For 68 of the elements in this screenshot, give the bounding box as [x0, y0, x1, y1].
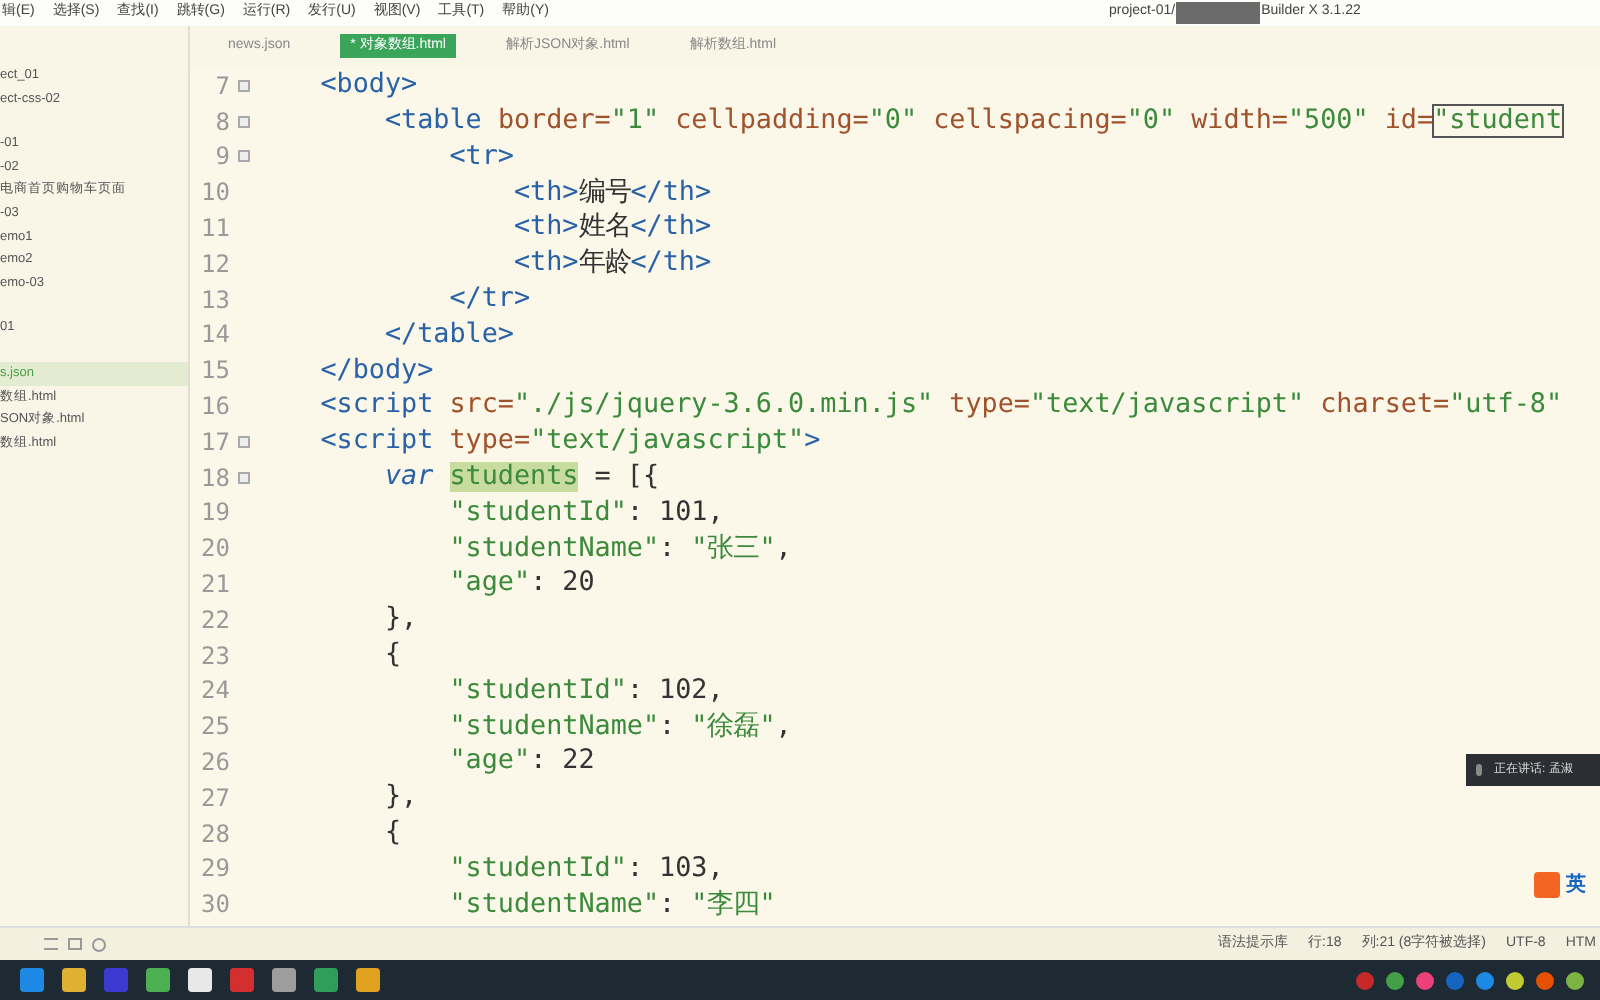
code-line: <script src="./js/jquery-3.6.0.min.js" type="text/javascript" charset="utf-8" — [318, 392, 1563, 420]
input-method-logo-icon[interactable] — [1534, 872, 1560, 898]
code-line: }, — [382, 784, 418, 812]
app-icon[interactable] — [356, 968, 380, 992]
line-number: 13 — [199, 287, 230, 312]
line-number: 7 — [213, 73, 230, 98]
line-number: 21 — [199, 572, 230, 597]
code-line: <tr> — [447, 143, 514, 171]
code-line: <th>编号</th> — [511, 179, 712, 206]
line-number: 9 — [213, 144, 230, 169]
line-number: 11 — [199, 216, 230, 241]
code-line: <th>姓名</th> — [511, 214, 712, 242]
line-number: 19 — [199, 500, 230, 525]
fold-icon[interactable] — [237, 115, 249, 128]
line-number: 22 — [199, 607, 230, 632]
code-line: "studentId": 102, — [447, 677, 724, 705]
line-number: 18 — [199, 465, 230, 490]
video-overlay — [1175, 2, 1260, 24]
line-number: 20 — [199, 536, 230, 561]
line-number: 24 — [199, 678, 230, 703]
code-line: "studentName": "张三", — [447, 535, 792, 562]
line-number: 26 — [199, 750, 230, 775]
line-number: 27 — [199, 785, 230, 810]
fold-icon[interactable] — [237, 150, 249, 163]
list-icon[interactable] — [44, 937, 58, 949]
code-line: <script type="text/javascript"> — [318, 428, 821, 456]
line-number: 10 — [199, 180, 230, 205]
fold-icon[interactable] — [237, 435, 249, 448]
line-number: 16 — [199, 394, 230, 419]
line-number: 14 — [199, 322, 230, 347]
line-number: 23 — [199, 643, 230, 668]
line-number: 8 — [213, 109, 230, 134]
code-line: "studentId": 101, — [447, 499, 724, 527]
app-icon[interactable] — [146, 968, 170, 992]
code-line: <th>年龄</th> — [511, 250, 712, 278]
code-line: "studentId": 103, — [447, 855, 724, 883]
code-line: }, — [382, 606, 418, 634]
code-line: <table border="1" cellpadding="0" cellspacing="0" width="500" id="student — [382, 107, 1563, 135]
code-line: </tr> — [447, 285, 531, 313]
app-icon[interactable] — [62, 968, 86, 992]
code-line: "age": 22 — [447, 748, 595, 776]
input-mode-label[interactable]: 英 — [1566, 870, 1586, 900]
line-number: 30 — [199, 892, 230, 917]
fold-icon[interactable] — [237, 79, 249, 92]
app-icon[interactable] — [272, 968, 296, 992]
code-line: </body> — [318, 357, 434, 384]
line-number: 28 — [199, 821, 230, 846]
line-number: 29 — [199, 856, 230, 881]
line-number: 17 — [199, 429, 230, 454]
code-line: { — [382, 819, 402, 847]
code-line: { — [382, 641, 402, 669]
microphone-icon — [1476, 764, 1482, 776]
app-icon[interactable] — [230, 968, 254, 992]
code-line: </table> — [382, 321, 514, 349]
app-icon[interactable] — [188, 968, 212, 992]
app-icon[interactable] — [20, 968, 44, 992]
line-number: 12 — [199, 251, 230, 276]
code-line: "studentName": "徐磊", — [447, 713, 792, 740]
image-icon[interactable] — [68, 937, 82, 949]
line-number: 15 — [199, 358, 230, 383]
line-number: 25 — [199, 714, 230, 739]
code-line: "studentName": "李四" — [447, 891, 776, 918]
app-icon[interactable] — [314, 968, 338, 992]
app-icon[interactable] — [104, 968, 128, 992]
code-line: var students = [{ — [382, 463, 660, 491]
code-line: <body> — [318, 72, 418, 100]
code-line: "age": 20 — [447, 570, 595, 598]
fold-icon[interactable] — [237, 471, 249, 484]
